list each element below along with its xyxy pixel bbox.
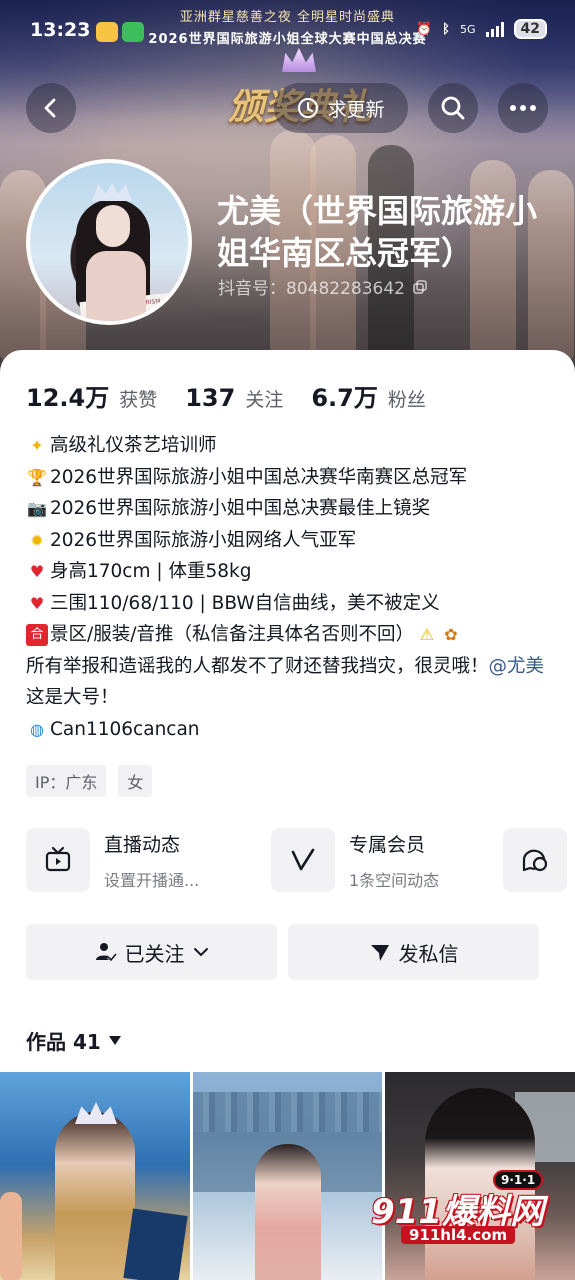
profile-card: 12.4万 获赞 137 关注 6.7万 粉丝 ✦ 高级礼仪茶艺培训师 🏆 202…: [0, 350, 575, 1280]
bio-line: ✹ 2026世界国际旅游小姐网络人气亚军: [26, 525, 556, 557]
works-tab[interactable]: 作品 41: [26, 1026, 121, 1055]
video-thumbnail[interactable]: [0, 1072, 190, 1280]
wechat-icon: [122, 22, 144, 42]
globe-icon: ◍: [30, 719, 44, 739]
search-icon: [441, 96, 465, 120]
ip-location-tag: IP：广东: [26, 765, 107, 797]
bio-line: ◍ Can1106cancan: [26, 714, 556, 746]
bio-line: 合 景区/服装/音推（私信备注具体名否则不回） ⚠ ✿: [26, 619, 556, 651]
site-watermark: 9·1·1 911爆料网 911hl4.com: [371, 1170, 561, 1250]
stat-followers[interactable]: 6.7万 粉丝: [311, 378, 426, 413]
profile-bio: ✦ 高级礼仪茶艺培训师 🏆 2026世界国际旅游小姐中国总决赛华南赛区总冠军 📷 …: [26, 430, 556, 745]
user-check-icon: [95, 943, 117, 963]
send-icon: [370, 945, 389, 961]
caret-down-icon: [108, 1036, 121, 1045]
butterfly-icon: ✿: [444, 625, 458, 644]
feature-title: 专属会员: [349, 833, 426, 856]
bio-line: 🏆 2026世界国际旅游小姐中国总决赛华南赛区总冠军: [27, 466, 468, 488]
profile-stats: 12.4万 获赞 137 关注 6.7万 粉丝: [26, 378, 426, 413]
following-label: 已关注: [124, 941, 185, 966]
camera-icon: 📷: [27, 499, 47, 518]
more-button[interactable]: [498, 83, 548, 133]
warning-icon: ⚠: [419, 625, 435, 644]
bio-line: 📷 2026世界国际旅游小姐中国总决赛最佳上镜奖: [27, 498, 431, 519]
alarm-icon: ⏰: [415, 21, 433, 37]
status-time: 13:23: [30, 19, 91, 41]
gender-tag: 女: [118, 765, 153, 797]
heart-icon: ♥: [29, 593, 45, 613]
star-icon: ✹: [30, 530, 44, 550]
stat-likes[interactable]: 12.4万 获赞: [26, 378, 157, 413]
request-update-label: 求更新: [327, 98, 385, 121]
following-button[interactable]: 已关注: [26, 924, 277, 980]
live-updates-entry[interactable]: 直播动态 设置开播通...: [26, 828, 199, 892]
works-label: 作品 41: [26, 1030, 101, 1054]
feature-subtitle: 设置开播通...: [104, 870, 200, 890]
v-member-icon: [291, 848, 315, 871]
profile-tags: IP：广东 女: [26, 765, 153, 797]
stat-following[interactable]: 137 关注: [185, 384, 283, 412]
douyin-id[interactable]: 抖音号：80482283642: [218, 274, 427, 299]
more-dots-icon: [510, 105, 536, 111]
battery-indicator: 42: [513, 19, 547, 39]
send-message-button[interactable]: 发私信: [288, 924, 539, 980]
bluetooth-icon: ᛒ: [442, 21, 450, 37]
cooperation-icon: 合: [26, 623, 48, 646]
exclusive-member-entry[interactable]: 专属会员 1条空间动态: [271, 828, 439, 892]
bio-line: 所有举报和造谣我的人都发不了财还替我挡灾，很灵哦！@尤美 这是大号！: [26, 655, 545, 709]
tiara-icon: [75, 1102, 117, 1124]
feature-title: 直播动态: [104, 833, 181, 856]
back-button[interactable]: [26, 83, 76, 133]
profile-name: 尤美（世界国际旅游小姐华南区总冠军）: [217, 192, 538, 272]
bio-line: ✦ 高级礼仪茶艺培训师: [26, 430, 556, 462]
send-message-label: 发私信: [398, 941, 459, 966]
signal-icon: [485, 21, 504, 37]
douyin-id-text: 抖音号：80482283642: [218, 279, 405, 299]
update-icon: [298, 98, 319, 118]
avatar[interactable]: 2026 MISS TOURISM WORLDWIDE: [26, 159, 192, 325]
trophy-icon: 🏆: [27, 467, 47, 487]
chevron-left-icon: [44, 98, 56, 118]
group-chat-entry[interactable]: [503, 828, 567, 892]
mention-link[interactable]: @尤美: [489, 656, 545, 677]
video-thumbnail[interactable]: [193, 1072, 382, 1280]
watermark-url: 911hl4.com: [401, 1226, 516, 1244]
feature-subtitle: 1条空间动态: [349, 870, 440, 890]
bio-line: ♥ 三围110/68/110 | BBW自信曲线，美不被定义: [26, 588, 556, 620]
network-type: 5G: [459, 22, 476, 36]
copy-icon: [413, 279, 427, 294]
search-button[interactable]: [428, 83, 478, 133]
status-bar: 13:23 ⏰ ᛒ 5G 42: [0, 0, 575, 64]
tiara-icon: [92, 183, 132, 201]
request-update-button[interactable]: 求更新: [274, 83, 408, 133]
bio-line: ♥ 身高170cm | 体重58kg: [26, 556, 556, 588]
heart-icon: ♥: [29, 562, 45, 581]
chat-bubble-icon: [522, 849, 548, 872]
chevron-down-icon: [193, 948, 208, 957]
weibo-icon: [96, 22, 118, 42]
sparkles-icon: ✦: [30, 436, 44, 455]
live-tv-icon: [45, 846, 71, 872]
